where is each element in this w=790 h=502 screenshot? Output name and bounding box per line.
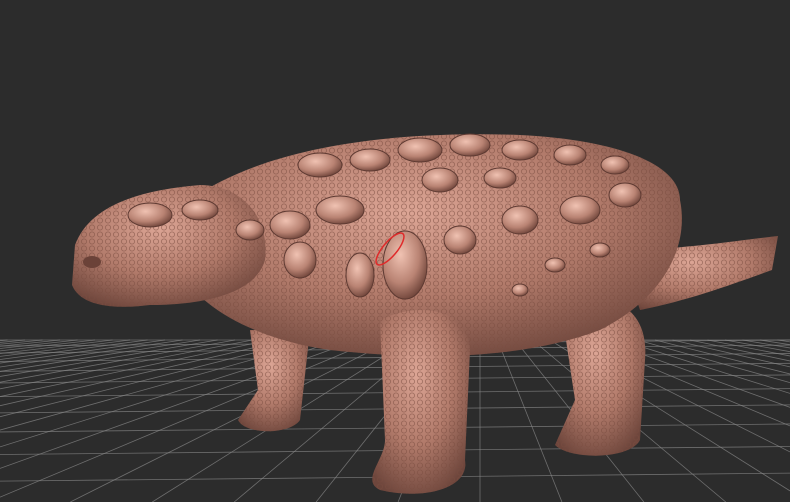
- osteoderm-plate: [600, 155, 630, 175]
- osteoderm-plate: [127, 202, 173, 228]
- eye: [83, 256, 101, 268]
- osteoderm-plate: [501, 205, 539, 235]
- osteoderm-plate: [559, 195, 601, 225]
- osteoderm-plate: [511, 283, 529, 297]
- osteoderm-plate: [501, 139, 539, 161]
- osteoderm-plate: [181, 199, 219, 221]
- osteoderm-plate: [589, 242, 611, 258]
- sculpt-model[interactable]: [0, 0, 790, 502]
- osteoderm-plate: [483, 167, 517, 189]
- osteoderm-plate: [297, 152, 343, 178]
- osteoderm-plate: [283, 241, 317, 279]
- osteoderm-plate: [349, 148, 391, 172]
- osteoderm-plate: [235, 219, 265, 241]
- osteoderm-plate: [315, 195, 365, 225]
- osteoderm-plate: [269, 210, 311, 240]
- osteoderm-plate: [382, 230, 428, 300]
- osteoderm-plate: [345, 252, 375, 298]
- osteoderm-plate: [443, 225, 477, 255]
- osteoderm-plate: [608, 182, 642, 208]
- osteoderm-plate: [544, 257, 566, 273]
- front-right-leg: [372, 310, 470, 494]
- head: [72, 185, 266, 307]
- osteoderm-plate: [421, 167, 459, 193]
- osteoderm-plate: [553, 144, 587, 166]
- 3d-viewport[interactable]: [0, 0, 790, 502]
- osteoderm-plate: [397, 137, 443, 163]
- osteoderm-plate: [449, 133, 491, 157]
- front-left-leg: [238, 330, 310, 432]
